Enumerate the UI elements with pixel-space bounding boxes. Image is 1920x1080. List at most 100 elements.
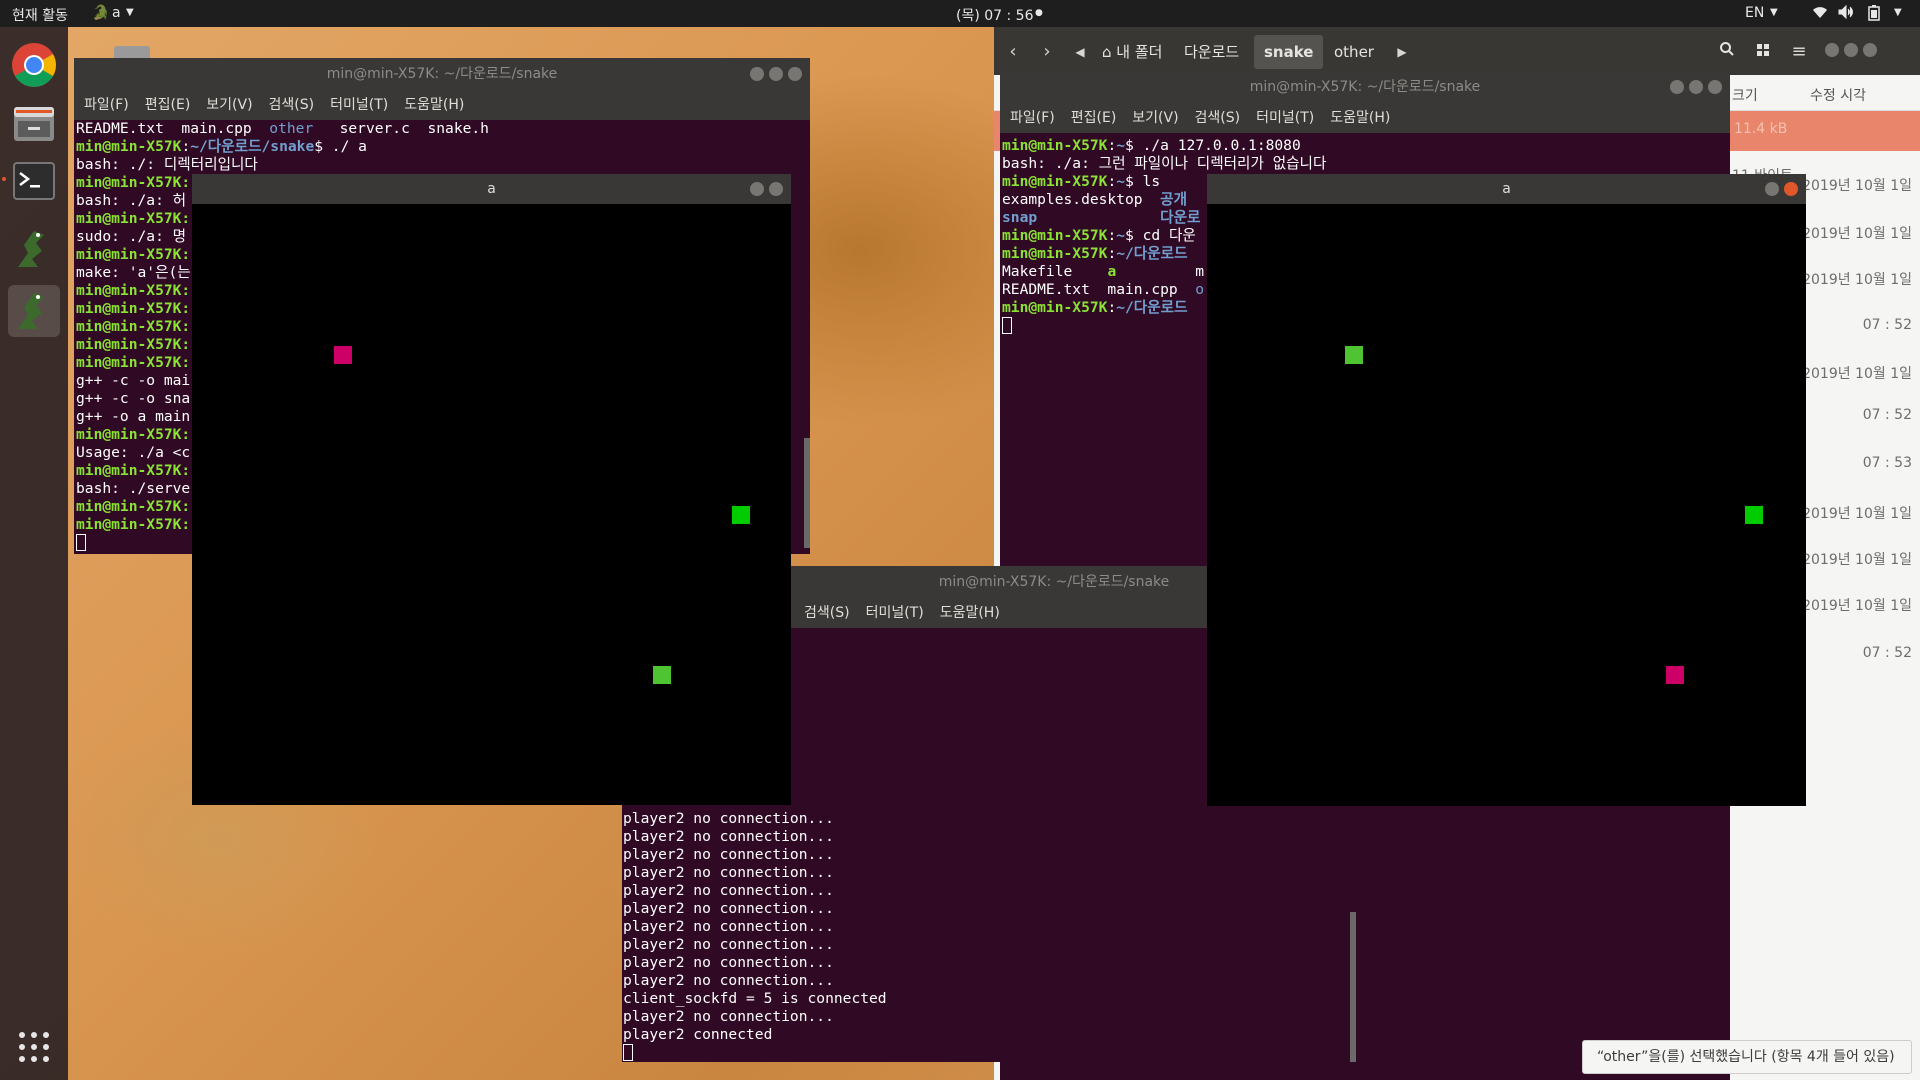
dock xyxy=(0,27,68,1080)
terminal-text: : xyxy=(1107,245,1117,262)
terminal-text: ~ xyxy=(1116,173,1126,190)
path-downloads-button[interactable]: 다운로드 xyxy=(1174,35,1249,69)
terminal-text: bash: ./a: 허 xyxy=(76,192,187,209)
snake-game-window-right[interactable]: a xyxy=(1207,174,1806,806)
minimize-button[interactable] xyxy=(1825,43,1839,57)
window-controls xyxy=(745,67,802,81)
maximize-button[interactable] xyxy=(1844,43,1858,57)
minimize-button[interactable] xyxy=(1670,80,1684,94)
language-indicator[interactable]: EN xyxy=(1745,5,1764,21)
terminal-text: $ ./a 127.0.0.1:8080 xyxy=(1125,137,1301,154)
status-notification: “other”을(를) 선택했습니다 (항목 4개 들어 있음) xyxy=(1582,1040,1912,1074)
top-bar: 현재 활동 🐊 a ▼ (목) 07 : 56 ● EN ▼ ▼ xyxy=(0,0,1920,27)
terminal-text: min@min-X57K xyxy=(1002,227,1108,244)
scrollbar[interactable] xyxy=(1350,912,1356,1062)
terminal-text: g++ -c -o mai xyxy=(76,372,191,389)
terminal-line: player2 no connection... xyxy=(623,954,834,971)
terminal-text: : xyxy=(181,138,191,155)
column-size[interactable]: 크기 xyxy=(1732,85,1758,105)
terminal-line: player2 no connection... xyxy=(623,828,834,845)
terminal-text: a xyxy=(1107,263,1117,280)
forward-button[interactable]: › xyxy=(1032,35,1062,69)
terminal-text: min@min-X57K: xyxy=(76,282,191,299)
menu-item[interactable]: 보기(V) xyxy=(1132,110,1178,126)
close-button[interactable] xyxy=(788,67,802,81)
terminal-text: o xyxy=(1195,281,1205,298)
terminal-text: $ cd 다운 xyxy=(1125,227,1196,244)
menu-item[interactable]: 도움말(H) xyxy=(404,97,464,113)
activities-button[interactable]: 현재 활동 xyxy=(12,5,68,25)
row-modified: 2019년 10월 1일 xyxy=(1802,366,1912,382)
menu-item[interactable]: 파일(F) xyxy=(1010,110,1055,126)
terminal-line: player2 no connection... xyxy=(623,936,834,953)
terminal-cursor xyxy=(623,1044,633,1061)
system-menu-chevron-icon[interactable]: ▼ xyxy=(1894,7,1902,18)
row-modified: 07 : 52 xyxy=(1862,317,1912,333)
close-button[interactable] xyxy=(769,182,783,196)
menu-item[interactable]: 보기(V) xyxy=(206,97,252,113)
app-menu-label[interactable]: a xyxy=(112,5,121,21)
app-menu-icon[interactable]: 🐊 xyxy=(92,5,109,21)
terminal-line: player2 connected xyxy=(623,1026,773,1043)
back-button[interactable]: ‹ xyxy=(998,35,1028,69)
minimize-button[interactable] xyxy=(750,67,764,81)
terminal-line: player2 no connection... xyxy=(623,1008,834,1025)
minimize-button[interactable] xyxy=(1765,182,1779,196)
terminal-text: bash: ./: 디렉터리입니다 xyxy=(76,156,258,173)
menu-item[interactable]: 터미널(T) xyxy=(1256,110,1314,126)
close-button[interactable] xyxy=(1863,43,1877,57)
row-modified: 2019년 10월 1일 xyxy=(1802,506,1912,522)
terminal-text: min@min-X57K: xyxy=(76,516,191,533)
menu-item[interactable]: 터미널(T) xyxy=(330,97,388,113)
snake-game-window-left[interactable]: a xyxy=(192,174,791,805)
search-icon[interactable] xyxy=(1712,35,1742,69)
terminal-text: make: 'a'은(는 xyxy=(76,264,191,281)
path-other-button[interactable]: other xyxy=(1324,35,1384,69)
terminal-line: client_sockfd = 5 is connected xyxy=(623,990,887,1007)
menu-item[interactable]: 도움말(H) xyxy=(940,605,1000,621)
path-snake-button[interactable]: snake xyxy=(1254,35,1324,69)
menu-item[interactable]: 편집(E) xyxy=(145,97,191,113)
row-modified: 2019년 10월 1일 xyxy=(1802,598,1912,614)
terminal-text: bash: ./a: 그런 파일이나 디렉터리가 없습니다 xyxy=(1002,155,1327,172)
chrome-icon[interactable] xyxy=(8,39,60,91)
battery-icon[interactable] xyxy=(1868,5,1880,25)
terminal-text: : xyxy=(1107,137,1117,154)
column-modified[interactable]: 수정 시각 xyxy=(1810,85,1866,105)
terminal-text: ~ xyxy=(1116,137,1126,154)
volume-icon[interactable] xyxy=(1838,4,1854,23)
terminal-text: min@min-X57K: xyxy=(76,336,191,353)
scrollbar[interactable] xyxy=(804,438,810,548)
path-scroll-left-icon[interactable]: ◀ xyxy=(1072,35,1088,69)
window-controls xyxy=(745,182,783,196)
snake-app-icon-active[interactable] xyxy=(8,285,60,337)
maximize-button[interactable] xyxy=(769,67,783,81)
terminal-line: player2 no connection... xyxy=(623,810,834,827)
minimize-button[interactable] xyxy=(750,182,764,196)
menu-item[interactable]: 검색(S) xyxy=(1195,110,1241,126)
snake-app-icon[interactable] xyxy=(8,223,60,275)
terminal-text: : xyxy=(1107,173,1117,190)
wifi-icon[interactable] xyxy=(1812,5,1828,23)
terminal-icon[interactable] xyxy=(8,155,60,207)
grid-view-icon[interactable] xyxy=(1748,35,1778,69)
menu-item[interactable]: 검색(S) xyxy=(269,97,315,113)
files-icon[interactable] xyxy=(8,97,60,149)
menu-item[interactable]: 검색(S) xyxy=(804,605,850,621)
menu-icon[interactable]: ≡ xyxy=(1784,35,1814,69)
menu-item[interactable]: 터미널(T) xyxy=(866,605,924,621)
terminal-text: README.txt main.cpp xyxy=(1002,281,1196,298)
row-modified: 07 : 52 xyxy=(1862,407,1912,423)
close-button[interactable] xyxy=(1708,80,1722,94)
path-scroll-right-icon[interactable]: ▶ xyxy=(1394,35,1410,69)
terminal-line: player2 no connection... xyxy=(623,972,834,989)
terminal-text: sudo: ./a: 명 xyxy=(76,228,187,245)
menu-item[interactable]: 편집(E) xyxy=(1071,110,1117,126)
close-button[interactable] xyxy=(1784,182,1798,196)
maximize-button[interactable] xyxy=(1689,80,1703,94)
path-home-button[interactable]: ⌂ 내 폴더 xyxy=(1092,35,1172,69)
show-apps-icon[interactable] xyxy=(8,1021,60,1073)
menu-item[interactable]: 파일(F) xyxy=(84,97,129,113)
menu-item[interactable]: 도움말(H) xyxy=(1330,110,1390,126)
clock[interactable]: (목) 07 : 56 xyxy=(956,5,1034,25)
